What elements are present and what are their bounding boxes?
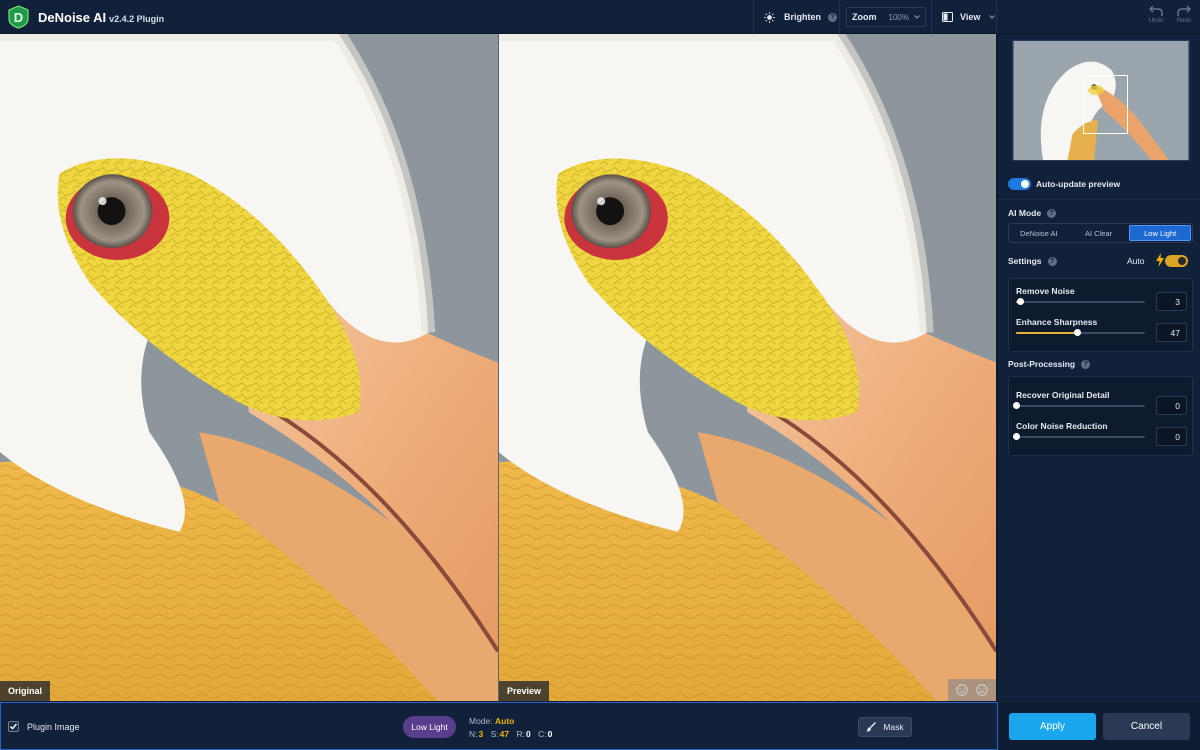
slider-knob[interactable] bbox=[1013, 433, 1020, 440]
chevron-down-icon bbox=[989, 15, 996, 19]
mode-value: Auto bbox=[495, 716, 515, 726]
denoise-logo-icon: D bbox=[8, 5, 29, 29]
mode-denoise-ai[interactable]: DeNoise AI bbox=[1009, 224, 1069, 242]
redo-label: Redo bbox=[1176, 18, 1192, 24]
stat-c-key: C: bbox=[538, 729, 547, 739]
mask-button[interactable]: Mask bbox=[858, 717, 912, 737]
enhance-sharpness-slider[interactable] bbox=[1016, 329, 1145, 336]
top-bar: D DeNoise AI v2.4.2 Plugin Brighten ? Zoo… bbox=[0, 0, 1200, 34]
mode-line: Mode: Auto bbox=[469, 715, 557, 728]
action-area: Apply Cancel bbox=[998, 702, 1200, 750]
zoom-control: Zoom 100% bbox=[839, 0, 931, 34]
app-title: DeNoise AI v2.4.2 Plugin bbox=[38, 10, 164, 25]
checkmark-icon bbox=[10, 723, 18, 730]
stats-line: N:3 S:47 R:0 C:0 bbox=[469, 728, 557, 741]
ai-mode-label: AI Mode bbox=[1008, 208, 1042, 218]
slider-knob[interactable] bbox=[1073, 329, 1081, 336]
stat-n-key: N: bbox=[469, 729, 478, 739]
enhance-sharpness-label: Enhance Sharpness bbox=[1016, 317, 1098, 327]
logo-letter: D bbox=[14, 10, 23, 25]
enhance-sharpness-value[interactable]: 47 bbox=[1156, 323, 1187, 342]
undo-arrow-icon bbox=[1149, 5, 1163, 16]
original-pane[interactable]: Original bbox=[0, 34, 498, 701]
slider-knob[interactable] bbox=[1013, 402, 1020, 409]
mode-badge: Low Light bbox=[403, 716, 456, 738]
cancel-button[interactable]: Cancel bbox=[1103, 713, 1190, 740]
mode-low-light[interactable]: Low Light bbox=[1129, 225, 1192, 241]
app-version: v2.4.2 Plugin bbox=[109, 14, 165, 24]
chevron-down-icon bbox=[914, 15, 920, 19]
brush-icon bbox=[866, 722, 877, 732]
happy-face-icon[interactable] bbox=[956, 684, 968, 696]
ai-mode-help-icon[interactable]: ? bbox=[1047, 208, 1057, 218]
settings-card: Remove Noise 3 Enhance Sharpness 47 bbox=[1008, 278, 1193, 352]
slider-knob[interactable] bbox=[1016, 298, 1024, 305]
recover-detail-slider[interactable] bbox=[1013, 402, 1145, 409]
zoom-value: 100% bbox=[888, 12, 909, 22]
compare-controls bbox=[948, 679, 996, 701]
stat-r-value: 0 bbox=[525, 729, 531, 739]
bottom-bar: Plugin Image Low Light Mode: Auto N:3 S:… bbox=[0, 702, 998, 750]
undo-button[interactable]: Undo bbox=[1143, 5, 1169, 24]
stat-n-value: 3 bbox=[478, 729, 484, 739]
undo-label: Undo bbox=[1148, 18, 1164, 24]
sun-icon bbox=[764, 11, 775, 23]
original-label: Original bbox=[0, 681, 51, 701]
zoom-label: Zoom bbox=[852, 12, 877, 22]
color-noise-label: Color Noise Reduction bbox=[1016, 421, 1108, 431]
remove-noise-label: Remove Noise bbox=[1016, 286, 1075, 296]
apply-button[interactable]: Apply bbox=[1009, 713, 1096, 740]
recover-detail-label: Recover Original Detail bbox=[1016, 390, 1110, 400]
mode-prefix: Mode: bbox=[469, 716, 493, 726]
ai-mode-title: AI Mode ? bbox=[1008, 208, 1057, 218]
auto-update-label: Auto-update preview bbox=[1036, 179, 1121, 189]
auto-update-toggle[interactable] bbox=[1008, 178, 1031, 190]
view-label: View bbox=[960, 12, 981, 22]
sad-face-icon[interactable] bbox=[976, 684, 988, 696]
zoom-dropdown[interactable]: Zoom 100% bbox=[846, 7, 926, 27]
auto-settings-toggle[interactable] bbox=[1165, 255, 1188, 267]
stat-c-value: 0 bbox=[547, 729, 553, 739]
slider-fill bbox=[1016, 332, 1077, 334]
stat-s-value: 47 bbox=[499, 729, 510, 739]
stat-s-key: S: bbox=[490, 729, 499, 739]
original-image bbox=[0, 34, 498, 701]
stat-r-key: R: bbox=[516, 729, 525, 739]
brighten-label: Brighten bbox=[784, 12, 821, 22]
split-view-icon bbox=[942, 12, 953, 22]
lightning-bolt-icon bbox=[1156, 253, 1164, 267]
settings-label: Settings bbox=[1008, 256, 1042, 266]
preview-pane[interactable]: Preview bbox=[499, 34, 996, 701]
preview-label: Preview bbox=[499, 681, 550, 701]
app-name: DeNoise AI bbox=[38, 10, 107, 25]
ai-mode-selector: DeNoise AI AI Clear Low Light bbox=[1008, 223, 1193, 243]
redo-button[interactable]: Redo bbox=[1171, 5, 1197, 24]
post-processing-help-icon[interactable]: ? bbox=[1081, 359, 1091, 369]
mode-info: Mode: Auto N:3 S:47 R:0 C:0 bbox=[469, 715, 557, 741]
plugin-image-checkbox[interactable] bbox=[8, 721, 19, 732]
mask-label: Mask bbox=[883, 722, 904, 732]
remove-noise-value[interactable]: 3 bbox=[1156, 292, 1187, 311]
brighten-toggle[interactable]: Brighten ? bbox=[753, 0, 839, 34]
color-noise-slider[interactable] bbox=[1013, 433, 1145, 440]
post-processing-card: Recover Original Detail 0 Color Noise Re… bbox=[1008, 376, 1193, 456]
settings-help-icon[interactable]: ? bbox=[1047, 256, 1057, 266]
brighten-help-icon[interactable]: ? bbox=[828, 12, 837, 22]
view-dropdown[interactable]: View bbox=[931, 0, 997, 34]
mode-ai-clear[interactable]: AI Clear bbox=[1069, 224, 1129, 242]
redo-arrow-icon bbox=[1177, 5, 1191, 16]
navigator-thumbnail[interactable] bbox=[1012, 40, 1190, 161]
plugin-image-label: Plugin Image bbox=[27, 722, 80, 732]
navigator-viewport[interactable] bbox=[1083, 75, 1128, 134]
settings-title: Settings ? bbox=[1008, 256, 1057, 266]
post-processing-title: Post-Processing ? bbox=[1008, 359, 1091, 369]
settings-panel: Auto-update preview AI Mode ? DeNoise AI… bbox=[997, 34, 1200, 702]
remove-noise-slider[interactable] bbox=[1016, 298, 1145, 305]
preview-image bbox=[499, 34, 996, 701]
post-processing-label: Post-Processing bbox=[1008, 359, 1076, 369]
color-noise-value[interactable]: 0 bbox=[1156, 427, 1187, 446]
divider bbox=[998, 199, 1200, 200]
auto-settings-label: Auto bbox=[1127, 256, 1145, 266]
recover-detail-value[interactable]: 0 bbox=[1156, 396, 1187, 415]
